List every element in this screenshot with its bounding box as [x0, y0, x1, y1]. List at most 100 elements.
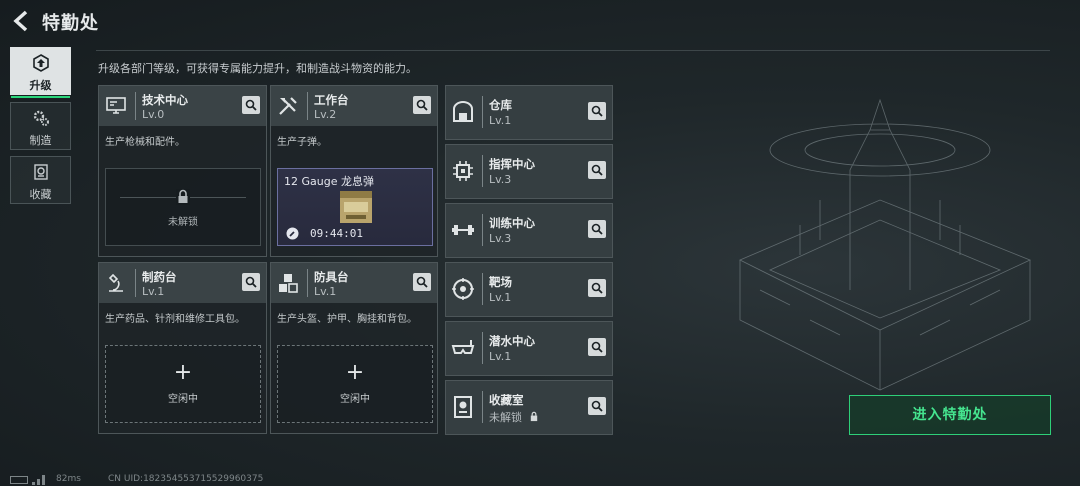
- department-description: 生产枪械和配件。: [105, 137, 185, 148]
- diving-mask-icon: [451, 340, 475, 354]
- facility-card-command-center[interactable]: 指挥中心 Lv.3: [445, 144, 613, 199]
- magnifier-icon[interactable]: [242, 96, 260, 114]
- crafting-item-name: 12 Gauge 龙息弹: [284, 175, 374, 188]
- tab-craft[interactable]: 制造: [10, 102, 71, 150]
- department-card-tech-center[interactable]: 技术中心 Lv.0 生产枪械和配件。 未解锁: [98, 85, 267, 257]
- ammo-box-icon: [340, 191, 372, 223]
- lock-icon: [530, 411, 537, 422]
- facility-level: Lv.3: [489, 232, 512, 245]
- header-divider: [482, 96, 483, 128]
- facility-card-shooting-range[interactable]: 靶场 Lv.1: [445, 262, 613, 317]
- department-level: Lv.1: [314, 285, 337, 298]
- tools-icon: [279, 97, 297, 115]
- header-divider: [135, 92, 136, 120]
- card-header: 工作台 Lv.2: [271, 86, 437, 126]
- card-header: 制药台 Lv.1: [99, 263, 266, 303]
- base-blueprint-illustration: [739, 98, 1032, 391]
- lock-icon: [176, 189, 190, 205]
- game-screen: 特勤处 升级各部门等级，可获得专属能力提升，和制造战斗物资的能力。 升级 制造 …: [0, 0, 1080, 486]
- add-icon: +: [345, 360, 365, 385]
- idle-label: 空闲中: [168, 394, 198, 405]
- department-name: 工作台: [314, 93, 349, 107]
- facility-level: Lv.1: [489, 114, 512, 127]
- cubes-icon: [279, 274, 298, 293]
- facility-name: 训练中心: [489, 216, 535, 230]
- department-card-pharmacy[interactable]: 制药台 Lv.1 生产药品、针剂和维修工具包。 + 空闲中: [98, 262, 267, 434]
- chip-icon: [453, 161, 473, 181]
- department-description: 生产子弹。: [277, 137, 327, 148]
- facility-name: 仓库: [489, 98, 512, 112]
- target-icon: [452, 278, 474, 300]
- warehouse-icon: [453, 101, 473, 122]
- header-divider: [307, 92, 308, 120]
- tab-collection[interactable]: 收藏: [10, 156, 71, 204]
- divider: [96, 50, 1050, 51]
- top-bar: 特勤处: [0, 0, 1080, 44]
- facility-card-training-center[interactable]: 训练中心 Lv.3: [445, 203, 613, 258]
- ping-readout: 82ms: [56, 474, 81, 484]
- facility-card-warehouse[interactable]: 仓库 Lv.1: [445, 85, 613, 140]
- card-header: 防具台 Lv.1: [271, 263, 437, 303]
- player-uid: CN UID:18235455371552996037​5: [108, 474, 264, 484]
- dumbbell-icon: [452, 225, 474, 235]
- tab-craft-label: 制造: [29, 134, 52, 147]
- tab-upgrade-label: 升级: [29, 79, 52, 92]
- header-divider: [482, 273, 483, 305]
- facility-level: Lv.1: [489, 350, 512, 363]
- back-arrow-icon[interactable]: [10, 9, 34, 33]
- facility-level: Lv.3: [489, 173, 512, 186]
- department-name: 制药台: [142, 270, 177, 284]
- header-divider: [135, 269, 136, 297]
- magnifier-icon[interactable]: [588, 279, 606, 297]
- department-level: Lv.1: [142, 285, 165, 298]
- page-title: 特勤处: [42, 13, 99, 34]
- tab-collection-label: 收藏: [29, 188, 52, 201]
- idle-slot[interactable]: + 空闲中: [277, 345, 433, 423]
- magnifier-icon[interactable]: [413, 273, 431, 291]
- locked-label: 未解锁: [168, 217, 198, 228]
- facility-name: 指挥中心: [489, 157, 535, 171]
- magnifier-icon[interactable]: [588, 102, 606, 120]
- facility-card-diving-center[interactable]: 潜水中心 Lv.1: [445, 321, 613, 376]
- department-card-armor-bench[interactable]: 防具台 Lv.1 生产头盔、护甲、胸挂和背包。 + 空闲中: [270, 262, 438, 434]
- facility-level: 未解锁: [489, 409, 539, 425]
- department-description: 生产药品、针剂和维修工具包。: [105, 314, 245, 325]
- idle-label: 空闲中: [340, 394, 370, 405]
- facility-name: 靶场: [489, 275, 512, 289]
- department-description: 生产头盔、护甲、胸挂和背包。: [277, 314, 417, 325]
- department-level: Lv.2: [314, 108, 337, 121]
- status-footer: 82ms CN UID:18235455371552996037​5: [0, 474, 1080, 486]
- idle-slot[interactable]: + 空闲中: [105, 345, 261, 423]
- magnifier-icon[interactable]: [588, 397, 606, 415]
- enter-special-ops-button[interactable]: 进入特勤处: [849, 395, 1051, 435]
- tab-upgrade[interactable]: 升级: [10, 47, 71, 98]
- microscope-icon: [108, 273, 123, 292]
- gears-icon: [33, 110, 49, 126]
- collection-icon: [34, 164, 48, 180]
- header-divider: [482, 332, 483, 364]
- magnifier-icon[interactable]: [588, 220, 606, 238]
- department-card-workbench[interactable]: 工作台 Lv.2 生产子弹。 12 Gauge 龙息弹 09:44:01: [270, 85, 438, 257]
- facility-card-collection-room[interactable]: 收藏室 未解锁: [445, 380, 613, 435]
- card-header: 技术中心 Lv.0: [99, 86, 266, 126]
- facility-level: Lv.1: [489, 291, 512, 304]
- header-divider: [482, 155, 483, 187]
- header-divider: [307, 269, 308, 297]
- monitor-icon: [106, 97, 126, 114]
- wrench-icon: [286, 227, 299, 240]
- magnifier-icon[interactable]: [588, 161, 606, 179]
- magnifier-icon[interactable]: [588, 338, 606, 356]
- department-name: 防具台: [314, 270, 349, 284]
- header-divider: [482, 214, 483, 246]
- magnifier-icon[interactable]: [413, 96, 431, 114]
- locked-status: 未解锁: [489, 411, 522, 424]
- upgrade-icon: [33, 54, 49, 72]
- magnifier-icon[interactable]: [242, 273, 260, 291]
- department-name: 技术中心: [142, 93, 188, 107]
- crafting-timer: 09:44:01: [310, 227, 363, 240]
- locked-slot: 未解锁: [105, 168, 261, 246]
- header-divider: [482, 391, 483, 423]
- crafting-slot[interactable]: 12 Gauge 龙息弹 09:44:01: [277, 168, 433, 246]
- add-icon: +: [173, 360, 193, 385]
- facility-name: 潜水中心: [489, 334, 535, 348]
